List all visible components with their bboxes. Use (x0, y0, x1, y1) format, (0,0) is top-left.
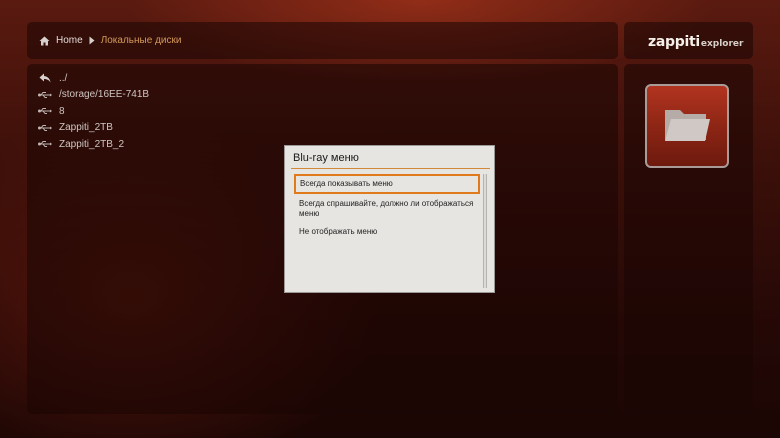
blu-ray-menu-dialog: Blu-ray меню Всегда показывать меню Всег… (284, 145, 495, 293)
breadcrumb-current: Локальные диски (100, 35, 182, 46)
option-always-ask[interactable]: Всегда спрашивайте, должно ли отображать… (294, 195, 480, 223)
file-item-8[interactable]: 8 (37, 103, 149, 120)
file-item-label: ../ (59, 72, 68, 84)
folder-tile (645, 84, 729, 168)
logo-bar: zappitiexplorer (624, 22, 753, 59)
file-item-label: /storage/16EE-741B (59, 89, 150, 101)
logo-sub: explorer (700, 39, 744, 49)
file-list: ../ /storage/16EE-741B 8 Zappiti_2TB Zap… (37, 70, 149, 153)
file-item-label: Zappiti_2TB (59, 122, 113, 134)
preview-panel (624, 64, 753, 414)
file-item-parent[interactable]: ../ (37, 70, 149, 87)
back-arrow-icon (37, 73, 53, 83)
logo-brand: zappiti (648, 34, 700, 50)
file-item-zappiti-2tb-2[interactable]: Zappiti_2TB_2 (37, 136, 149, 153)
option-never-show[interactable]: Не отображать меню (294, 223, 480, 241)
file-item-label: Zappiti_2TB_2 (59, 138, 125, 150)
breadcrumb-bar: Home Локальные диски (27, 22, 618, 59)
usb-icon (37, 91, 53, 99)
app-logo: zappitiexplorer (648, 31, 743, 50)
home-icon[interactable] (39, 36, 50, 46)
usb-icon (37, 140, 53, 148)
breadcrumb-home[interactable]: Home (56, 35, 83, 46)
file-item-label: 8 (59, 105, 65, 117)
dialog-scrollbar[interactable] (483, 174, 487, 288)
breadcrumb: Home Локальные диски (39, 22, 181, 59)
usb-icon (37, 107, 53, 115)
folder-icon (662, 104, 712, 149)
file-item-storage[interactable]: /storage/16EE-741B (37, 87, 149, 104)
dialog-title: Blu-ray меню (293, 152, 359, 164)
dialog-options: Всегда показывать меню Всегда спрашивайт… (294, 174, 480, 241)
file-item-zappiti-2tb[interactable]: Zappiti_2TB (37, 120, 149, 137)
usb-icon (37, 124, 53, 132)
option-always-show[interactable]: Всегда показывать меню (294, 174, 480, 194)
chevron-right-icon (89, 36, 95, 45)
dialog-divider (291, 168, 490, 169)
